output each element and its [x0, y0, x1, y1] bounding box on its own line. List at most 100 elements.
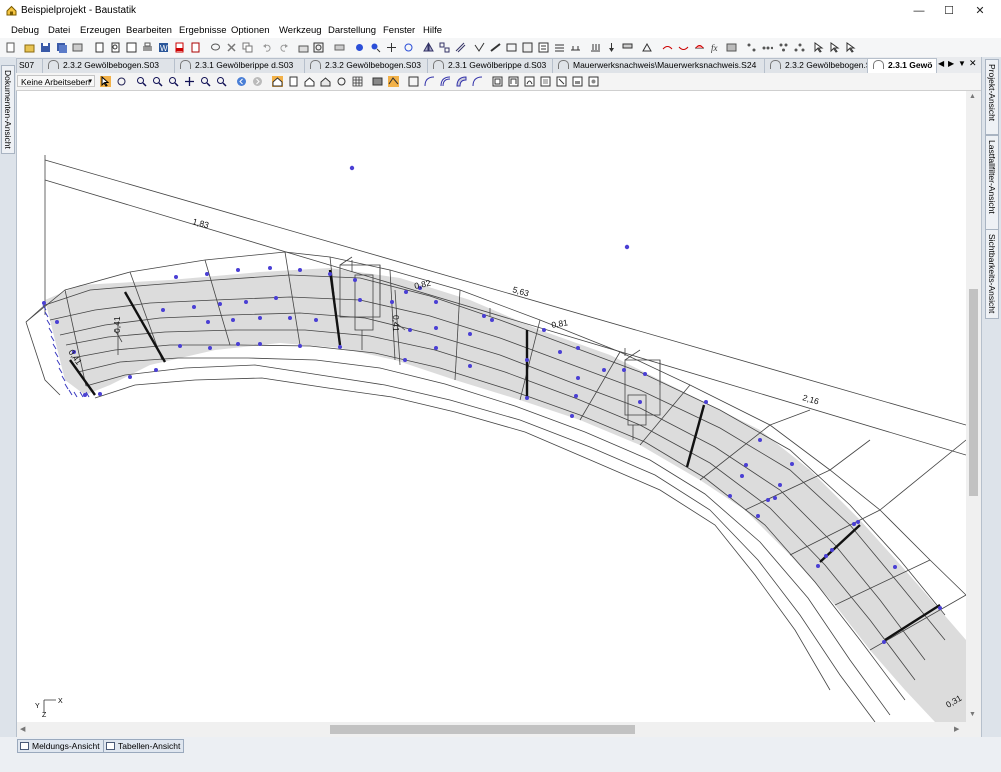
- back-icon[interactable]: [236, 76, 247, 87]
- open-folder-icon[interactable]: [24, 42, 35, 53]
- save-icon[interactable]: [40, 42, 51, 53]
- horizontal-scroll-thumb[interactable]: [330, 725, 635, 734]
- scroll-right-icon[interactable]: ▶: [954, 725, 959, 733]
- sichtbarkeits-ansicht-tab[interactable]: Sichtbarkeits-Ansicht: [985, 229, 999, 319]
- deformation-icon[interactable]: [678, 42, 689, 53]
- document-tab-gewoelberippe-1[interactable]: 2.3.1 Gewölberippe d.S03: [174, 58, 305, 73]
- wireframe-icon[interactable]: [408, 76, 419, 87]
- moment-icon[interactable]: [694, 42, 705, 53]
- new-file-icon[interactable]: [5, 42, 16, 53]
- results-icon[interactable]: [662, 42, 673, 53]
- pdf-export-icon[interactable]: [174, 42, 185, 53]
- section-icon[interactable]: [506, 42, 517, 53]
- lasso-icon[interactable]: [210, 42, 221, 53]
- profile-icon[interactable]: [522, 42, 533, 53]
- undo-icon[interactable]: [262, 42, 273, 53]
- rotate-icon[interactable]: [403, 42, 414, 53]
- frame-5-icon[interactable]: [556, 76, 567, 87]
- zoom-in-icon[interactable]: [152, 76, 163, 87]
- scroll-up-icon[interactable]: ▲: [969, 93, 976, 100]
- move-icon[interactable]: [386, 42, 397, 53]
- tabellen-ansicht-tab[interactable]: Tabellen-Ansicht: [103, 739, 185, 753]
- meldungs-ansicht-tab[interactable]: Meldungs-Ansicht: [17, 739, 104, 753]
- frame-3-icon[interactable]: [524, 76, 535, 87]
- dokumenten-ansicht-tab[interactable]: Dokumenten-Ansicht: [1, 65, 15, 154]
- tab-close-icon[interactable]: ✕: [969, 58, 977, 69]
- tab-scroll-right-icon[interactable]: ▶: [948, 59, 954, 68]
- print-icon[interactable]: [142, 42, 153, 53]
- document-tab-mauerwerksnachweis[interactable]: Mauerwerksnachweis\Mauerwerksnachweis.S2…: [552, 58, 765, 73]
- node-search-icon[interactable]: [370, 42, 381, 53]
- close-button[interactable]: ✕: [965, 0, 995, 22]
- select-pointer-icon[interactable]: [100, 76, 111, 87]
- scroll-down-icon[interactable]: ▼: [969, 711, 976, 718]
- view-select-icon[interactable]: [313, 42, 324, 53]
- array-icon[interactable]: [439, 42, 450, 53]
- arc-fill-icon[interactable]: [456, 76, 467, 87]
- offset-icon[interactable]: [455, 42, 466, 53]
- menu-optionen[interactable]: Optionen: [231, 25, 270, 36]
- arch-drawing[interactable]: 1,83 5,63 2,16 0,82 0,81 0,41 0,41 0,41 …: [17, 91, 966, 722]
- nodes-scatter-icon[interactable]: [794, 42, 805, 53]
- rotate-view-icon[interactable]: [116, 76, 127, 87]
- material-icon[interactable]: [538, 42, 549, 53]
- horizontal-scrollbar[interactable]: ◀ ▶: [17, 722, 966, 737]
- menu-darstellung[interactable]: Darstellung: [328, 25, 376, 36]
- nodes-small-icon[interactable]: [762, 42, 773, 53]
- projekt-ansicht-tab[interactable]: Projekt-Ansicht: [985, 59, 999, 135]
- formula-icon[interactable]: fx: [710, 42, 721, 53]
- home-view-icon[interactable]: [272, 76, 283, 87]
- view-side-icon[interactable]: [304, 76, 315, 87]
- copy-icon[interactable]: [242, 42, 253, 53]
- table-icon[interactable]: [554, 42, 565, 53]
- render-mode-icon[interactable]: [372, 76, 383, 87]
- check-icon[interactable]: [474, 42, 485, 53]
- pan-icon[interactable]: [184, 76, 195, 87]
- maximize-button[interactable]: ☐: [934, 0, 964, 22]
- zoom-out-icon[interactable]: [168, 76, 179, 87]
- design-icon[interactable]: [726, 42, 737, 53]
- document-tab-gewoelbebogen-3[interactable]: 2.3.2 Gewölbebogen.S03: [764, 58, 868, 73]
- page-setup-icon[interactable]: [94, 42, 105, 53]
- layer-icon[interactable]: [334, 42, 345, 53]
- export-icon[interactable]: [72, 42, 83, 53]
- structure-icon[interactable]: [298, 42, 309, 53]
- frame-1-icon[interactable]: [492, 76, 503, 87]
- redo-icon[interactable]: [278, 42, 289, 53]
- mirror-icon[interactable]: [423, 42, 434, 53]
- zoom-previous-icon[interactable]: [216, 76, 227, 87]
- document-tab-active[interactable]: 2.3.1 Gewö: [867, 58, 937, 73]
- menu-erzeugen[interactable]: Erzeugen: [80, 25, 121, 36]
- menu-debug[interactable]: Debug: [11, 25, 39, 36]
- menu-hilfe[interactable]: Hilfe: [423, 25, 442, 36]
- structure-drawing-canvas[interactable]: 1,83 5,63 2,16 0,82 0,81 0,41 0,41 0,41 …: [17, 91, 966, 722]
- select-element-icon[interactable]: [830, 42, 841, 53]
- lastfallfilter-ansicht-tab[interactable]: Lastfallfilter-Ansicht: [985, 135, 999, 230]
- zoom-all-icon[interactable]: [200, 76, 211, 87]
- preview-icon[interactable]: [110, 42, 121, 53]
- menu-fenster[interactable]: Fenster: [383, 25, 415, 36]
- point-load-icon[interactable]: [606, 42, 617, 53]
- view-top-icon[interactable]: [320, 76, 331, 87]
- arc-display-icon[interactable]: [424, 76, 435, 87]
- document-tab-gewoelberippe-2[interactable]: 2.3.1 Gewölberippe d.S03: [427, 58, 553, 73]
- zoom-window-icon[interactable]: [136, 76, 147, 87]
- beam-icon[interactable]: [490, 42, 501, 53]
- menu-werkzeug[interactable]: Werkzeug: [279, 25, 322, 36]
- line-load-icon[interactable]: [622, 42, 633, 53]
- forward-icon[interactable]: [252, 76, 263, 87]
- document-tab-gewoelbebogen-1[interactable]: 2.3.2 Gewölbebogen.S03: [42, 58, 175, 73]
- report-icon[interactable]: [190, 42, 201, 53]
- menu-ergebnisse[interactable]: Ergebnisse: [179, 25, 227, 36]
- menu-bearbeiten[interactable]: Bearbeiten: [126, 25, 172, 36]
- arc-grid-icon[interactable]: [472, 76, 483, 87]
- support-icon[interactable]: [570, 42, 581, 53]
- tab-list-icon[interactable]: ▼: [958, 59, 966, 68]
- delete-icon[interactable]: [226, 42, 237, 53]
- minimize-button[interactable]: —: [904, 0, 934, 22]
- view-front-icon[interactable]: [288, 76, 299, 87]
- nodes-display-icon[interactable]: [746, 42, 757, 53]
- node-icon[interactable]: [354, 42, 365, 53]
- save-all-icon[interactable]: [56, 42, 67, 53]
- select-area-icon[interactable]: [846, 42, 857, 53]
